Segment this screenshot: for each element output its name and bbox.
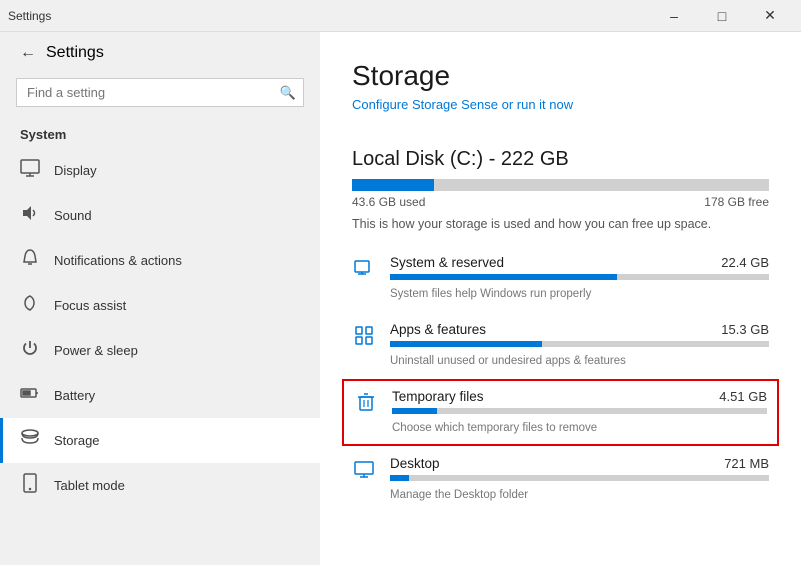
minimize-button[interactable]: – xyxy=(651,0,697,32)
storage-items-list: System & reserved 22.4 GB System files h… xyxy=(352,245,769,513)
sidebar-item-label: Battery xyxy=(54,388,95,403)
sidebar-item-focus[interactable]: Focus assist xyxy=(0,283,320,328)
sidebar-item-label: Power & sleep xyxy=(54,343,138,358)
storage-item-name-temp: Temporary files xyxy=(392,389,484,404)
storage-item-temp[interactable]: Temporary files 4.51 GB Choose which tem… xyxy=(342,379,779,446)
sidebar-item-label: Tablet mode xyxy=(54,478,125,493)
sidebar-item-storage[interactable]: Storage xyxy=(0,418,320,463)
storage-item-header-temp: Temporary files 4.51 GB xyxy=(392,389,767,404)
sidebar-item-label: Storage xyxy=(54,433,100,448)
configure-link[interactable]: Configure Storage Sense or run it now xyxy=(352,97,573,112)
storage-item-size-temp: 4.51 GB xyxy=(719,389,767,404)
storage-icon xyxy=(20,428,40,453)
maximize-button[interactable]: □ xyxy=(699,0,745,32)
sidebar-item-notifications[interactable]: Notifications & actions xyxy=(0,238,320,283)
storage-item-bar-bg-temp xyxy=(392,408,767,414)
disk-usage-bar xyxy=(352,179,769,191)
storage-item-system[interactable]: System & reserved 22.4 GB System files h… xyxy=(352,245,769,312)
disk-description: This is how your storage is used and how… xyxy=(352,217,769,231)
app-body: ← Settings 🔍 System Display Sound Notifi… xyxy=(0,32,801,565)
power-icon xyxy=(20,338,40,363)
storage-item-name-apps: Apps & features xyxy=(390,322,486,337)
storage-item-name-desktop: Desktop xyxy=(390,456,440,471)
storage-item-bar-fill-system xyxy=(390,274,617,280)
back-arrow-icon: ← xyxy=(20,44,36,62)
sound-icon xyxy=(20,203,40,228)
title-bar-controls: – □ ✕ xyxy=(651,0,793,32)
disk-bar-labels: 43.6 GB used 178 GB free xyxy=(352,195,769,209)
disk-free-label: 178 GB free xyxy=(704,195,769,209)
storage-item-size-desktop: 721 MB xyxy=(724,456,769,471)
storage-item-size-apps: 15.3 GB xyxy=(721,322,769,337)
sidebar-item-label: Sound xyxy=(54,208,92,223)
trash-icon xyxy=(354,391,378,418)
sidebar-item-tablet[interactable]: Tablet mode xyxy=(0,463,320,508)
search-input[interactable] xyxy=(16,78,304,107)
title-bar-title: Settings xyxy=(8,9,51,23)
system-icon xyxy=(352,257,376,284)
storage-item-bar-fill-apps xyxy=(390,341,542,347)
sidebar-item-display[interactable]: Display xyxy=(0,148,320,193)
close-button[interactable]: ✕ xyxy=(747,0,793,32)
sidebar: ← Settings 🔍 System Display Sound Notifi… xyxy=(0,32,320,565)
storage-item-bar-bg-apps xyxy=(390,341,769,347)
storage-item-desc-desktop: Manage the Desktop folder xyxy=(390,489,528,501)
storage-item-size-system: 22.4 GB xyxy=(721,255,769,270)
desktop-icon xyxy=(352,458,376,485)
page-title: Storage xyxy=(352,60,769,92)
sidebar-item-label: Notifications & actions xyxy=(54,253,182,268)
sidebar-item-power[interactable]: Power & sleep xyxy=(0,328,320,373)
disk-bar-fill xyxy=(352,179,434,191)
storage-item-header-desktop: Desktop 721 MB xyxy=(390,456,769,471)
disk-used-label: 43.6 GB used xyxy=(352,195,425,209)
storage-item-desc-system: System files help Windows run properly xyxy=(390,288,591,300)
storage-item-desktop[interactable]: Desktop 721 MB Manage the Desktop folder xyxy=(352,446,769,513)
storage-item-header-system: System & reserved 22.4 GB xyxy=(390,255,769,270)
main-panel: Storage Configure Storage Sense or run i… xyxy=(320,32,801,565)
tablet-icon xyxy=(20,473,40,498)
storage-item-name-system: System & reserved xyxy=(390,255,504,270)
storage-item-bar-fill-desktop xyxy=(390,475,409,481)
sidebar-item-sound[interactable]: Sound xyxy=(0,193,320,238)
search-box: 🔍 xyxy=(16,78,304,107)
focus-icon xyxy=(20,293,40,318)
display-icon xyxy=(20,158,40,183)
sidebar-item-battery[interactable]: Battery xyxy=(0,373,320,418)
storage-item-content-temp: Temporary files 4.51 GB Choose which tem… xyxy=(392,389,767,436)
notifications-icon xyxy=(20,248,40,273)
storage-item-apps[interactable]: Apps & features 15.3 GB Uninstall unused… xyxy=(352,312,769,379)
storage-item-desc-temp: Choose which temporary files to remove xyxy=(392,422,597,434)
title-bar: Settings – □ ✕ xyxy=(0,0,801,32)
disk-bar-background xyxy=(352,179,769,191)
storage-item-bar-bg-desktop xyxy=(390,475,769,481)
sidebar-item-label: Display xyxy=(54,163,97,178)
title-bar-left: Settings xyxy=(8,9,51,23)
apps-icon xyxy=(352,324,376,351)
disk-title: Local Disk (C:) - 222 GB xyxy=(352,148,769,171)
storage-item-header-apps: Apps & features 15.3 GB xyxy=(390,322,769,337)
storage-item-content-apps: Apps & features 15.3 GB Uninstall unused… xyxy=(390,322,769,369)
storage-item-bar-fill-temp xyxy=(392,408,437,414)
search-icon: 🔍 xyxy=(280,85,296,101)
sidebar-section-label: System xyxy=(0,119,320,148)
back-label: Settings xyxy=(46,44,104,62)
sidebar-item-label: Focus assist xyxy=(54,298,126,313)
storage-item-bar-bg-system xyxy=(390,274,769,280)
back-button[interactable]: ← Settings xyxy=(0,32,320,74)
storage-item-content-system: System & reserved 22.4 GB System files h… xyxy=(390,255,769,302)
battery-icon xyxy=(20,383,40,408)
sidebar-items-list: Display Sound Notifications & actions Fo… xyxy=(0,148,320,508)
storage-item-desc-apps: Uninstall unused or undesired apps & fea… xyxy=(390,355,626,367)
storage-item-content-desktop: Desktop 721 MB Manage the Desktop folder xyxy=(390,456,769,503)
